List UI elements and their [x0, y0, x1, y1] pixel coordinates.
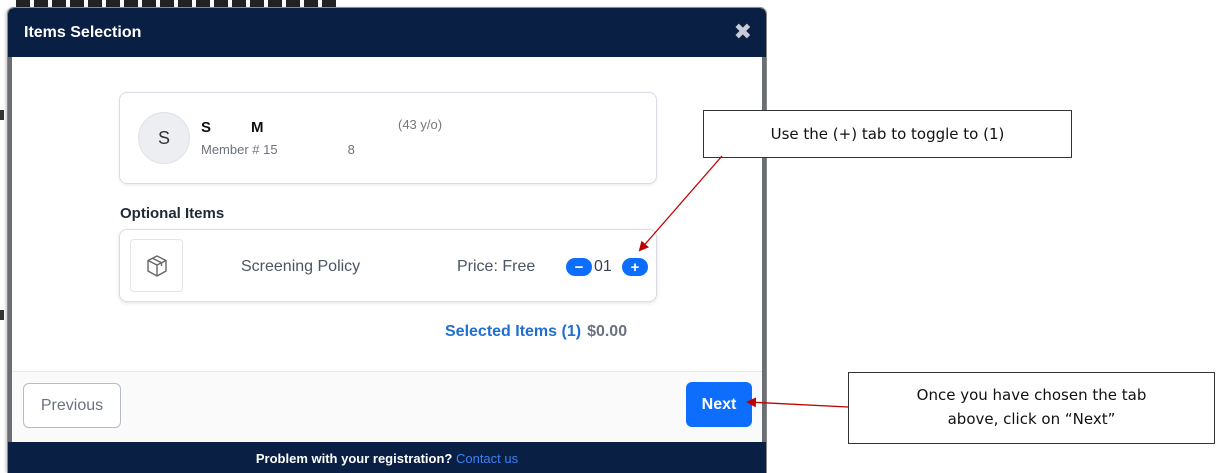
help-message: Problem with your registration? Contact … — [256, 451, 518, 466]
next-button[interactable]: Next — [686, 382, 752, 427]
member-number-suffix: 8 — [347, 142, 355, 157]
selected-items-amount: $0.00 — [587, 323, 628, 340]
member-age: (43 y/o) — [398, 117, 443, 132]
background-mark — [0, 110, 4, 120]
decrement-button[interactable]: − — [566, 258, 592, 276]
annotation-line: above, click on “Next” — [947, 410, 1116, 428]
annotation-callout-next: Once you have chosen the tab above, clic… — [848, 372, 1215, 444]
list-item: Screening Policy Price: Free − 01 + — [119, 229, 657, 302]
avatar: S — [138, 112, 190, 164]
item-price: Price: Free — [457, 258, 536, 275]
member-number: Member # 15 8 — [201, 142, 355, 157]
previous-button[interactable]: Previous — [23, 383, 121, 428]
annotation-line: Once you have chosen the tab — [916, 386, 1147, 404]
member-number-prefix: Member # 15 — [201, 142, 278, 157]
items-selection-modal: Items Selection ✖ S SM (43 y/o) Member #… — [8, 8, 766, 473]
background-mark — [0, 310, 4, 320]
box-icon — [130, 239, 183, 292]
optional-items-title: Optional Items — [120, 205, 225, 222]
modal-header: Items Selection ✖ — [8, 8, 766, 57]
modal-title: Items Selection — [24, 24, 142, 41]
close-icon[interactable]: ✖ — [734, 21, 752, 43]
member-name-last: M — [251, 119, 264, 136]
member-name: SM — [201, 119, 264, 136]
selected-items-summary: Selected Items (1) $0.00 — [445, 323, 627, 341]
member-card: S SM (43 y/o) Member # 15 8 — [119, 92, 657, 184]
modal-footer — [12, 372, 762, 442]
help-bar: Problem with your registration? Contact … — [8, 442, 766, 473]
page: Items Selection ✖ S SM (43 y/o) Member #… — [0, 0, 1217, 473]
help-text: Problem with your registration? — [255, 451, 453, 466]
item-name: Screening Policy — [241, 258, 361, 275]
increment-button[interactable]: + — [622, 258, 648, 276]
member-name-first: S — [201, 119, 212, 136]
quantity-value: 01 — [594, 258, 612, 275]
annotation-callout-plus: Use the (+) tab to toggle to (1) — [703, 110, 1072, 158]
contact-us-link[interactable]: Contact us — [456, 451, 518, 466]
selected-items-label[interactable]: Selected Items (1) — [445, 323, 581, 340]
